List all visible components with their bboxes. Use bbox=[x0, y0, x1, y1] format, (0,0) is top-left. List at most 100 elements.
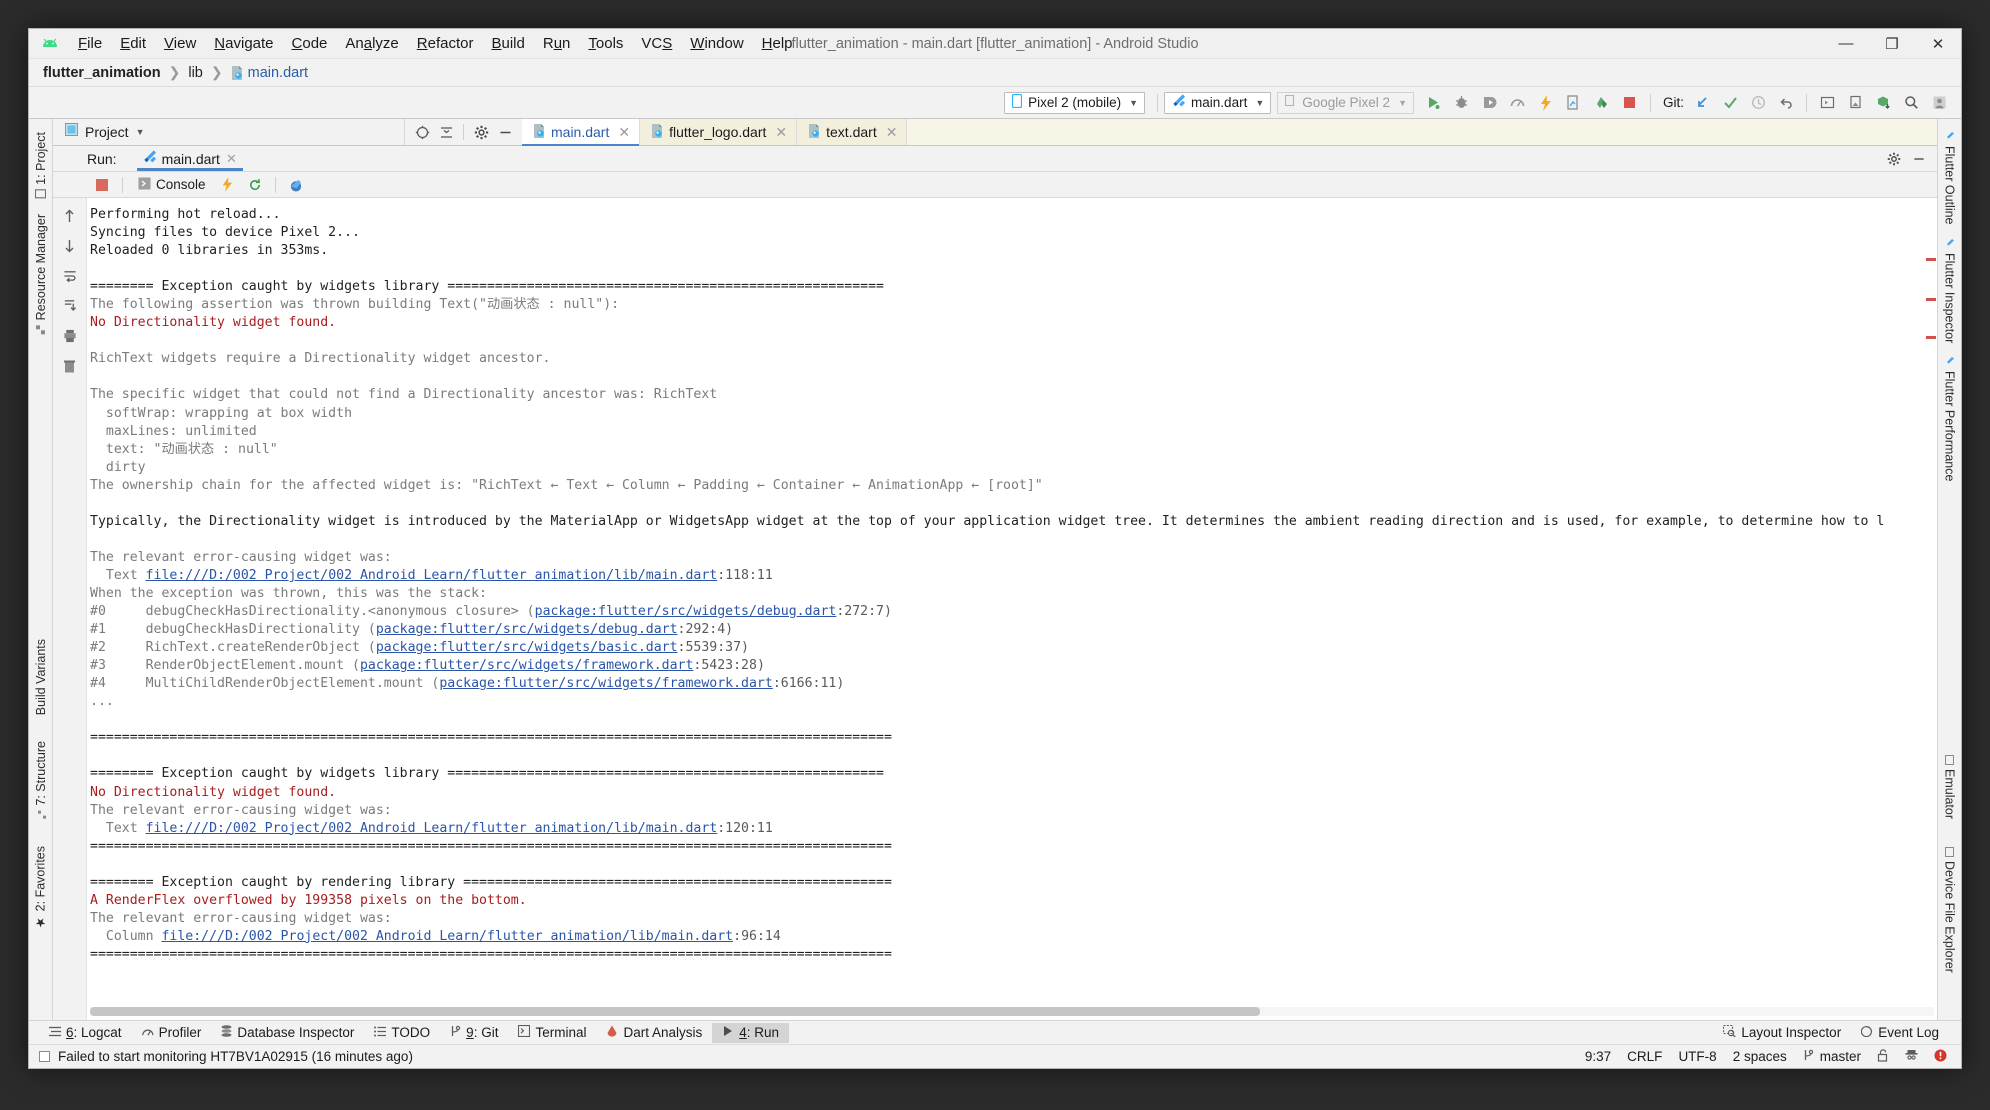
clear-all-icon[interactable] bbox=[59, 356, 81, 376]
scroll-up-icon[interactable] bbox=[59, 206, 81, 226]
target-device-combo[interactable]: Google Pixel 2 ▼ bbox=[1277, 92, 1414, 114]
status-tab-logcat[interactable]: 6: Logcat bbox=[39, 1023, 132, 1043]
project-panel-label[interactable]: Project bbox=[85, 124, 129, 140]
sidebar-item-emulator[interactable]: Emulator bbox=[1939, 748, 1961, 826]
hide-panel-icon[interactable] bbox=[1908, 148, 1930, 170]
line-separator[interactable]: CRLF bbox=[1627, 1049, 1662, 1064]
console-link[interactable]: package:flutter/src/widgets/framework.da… bbox=[439, 676, 772, 691]
chevron-down-icon[interactable]: ▼ bbox=[136, 127, 145, 137]
gear-icon[interactable] bbox=[470, 121, 492, 143]
scroll-down-icon[interactable] bbox=[59, 236, 81, 256]
editor-tab-flutter-logo-dart[interactable]: flutter_logo.dart ✕ bbox=[640, 119, 797, 145]
run-tab-main-dart[interactable]: main.dart ✕ bbox=[137, 146, 243, 171]
sidebar-item-structure[interactable]: 7: Structure bbox=[30, 734, 52, 827]
breadcrumb-file[interactable]: main.dart bbox=[231, 65, 308, 81]
stop-process-button[interactable] bbox=[91, 179, 113, 191]
hide-panel-icon[interactable] bbox=[494, 121, 516, 143]
status-tab-terminal[interactable]: Terminal bbox=[508, 1023, 596, 1043]
menu-tools[interactable]: Tools bbox=[579, 32, 632, 55]
git-branch[interactable]: master bbox=[1803, 1049, 1861, 1064]
console-horizontal-scrollbar[interactable] bbox=[90, 1007, 1934, 1016]
close-icon[interactable]: ✕ bbox=[886, 124, 898, 141]
scrollbar-thumb[interactable] bbox=[90, 1007, 1260, 1016]
git-update-project-button[interactable] bbox=[1689, 91, 1715, 115]
sidebar-item-resource-manager[interactable]: Resource Manager bbox=[30, 207, 52, 342]
status-tab-profiler[interactable]: Profiler bbox=[132, 1023, 212, 1043]
menu-view[interactable]: View bbox=[155, 32, 205, 55]
console-vertical-scrollbar[interactable] bbox=[1925, 198, 1937, 1020]
close-button[interactable]: ✕ bbox=[1915, 29, 1961, 58]
close-icon[interactable]: ✕ bbox=[618, 124, 630, 141]
device-selector-combo[interactable]: Pixel 2 (mobile) ▼ bbox=[1004, 92, 1145, 114]
status-tab-event-log[interactable]: Event Log bbox=[1851, 1023, 1949, 1043]
menu-edit[interactable]: Edit bbox=[111, 32, 155, 55]
run-config-combo[interactable]: main.dart ▼ bbox=[1164, 92, 1271, 114]
console-tab[interactable]: Console bbox=[132, 175, 212, 195]
menu-analyze[interactable]: Analyze bbox=[336, 32, 407, 55]
editor-tab-text-dart[interactable]: text.dart ✕ bbox=[797, 119, 907, 145]
menu-window[interactable]: Window bbox=[681, 32, 752, 55]
inspector-hat-icon[interactable] bbox=[1905, 1049, 1918, 1065]
git-commit-button[interactable] bbox=[1717, 91, 1743, 115]
editor-tab-main-dart[interactable]: main.dart ✕ bbox=[522, 119, 640, 145]
sidebar-item-flutter-inspector[interactable]: Flutter Inspector bbox=[1939, 232, 1961, 350]
status-tab-todo[interactable]: TODO bbox=[364, 1023, 440, 1043]
device-manager-button[interactable] bbox=[1842, 91, 1868, 115]
soft-wrap-icon[interactable] bbox=[59, 266, 81, 286]
status-tab-dart-analysis[interactable]: Dart Analysis bbox=[596, 1023, 712, 1043]
debug-button[interactable] bbox=[1449, 91, 1475, 115]
sidebar-item-build-variants[interactable]: Build Variants bbox=[30, 632, 52, 722]
error-badge-icon[interactable] bbox=[1934, 1049, 1947, 1065]
menu-vcs[interactable]: VCS bbox=[632, 32, 681, 55]
breadcrumb-project[interactable]: flutter_animation bbox=[43, 65, 161, 81]
sdk-manager-button[interactable] bbox=[1870, 91, 1896, 115]
status-tab-git[interactable]: 9: Git bbox=[440, 1023, 508, 1043]
stop-button[interactable] bbox=[1617, 91, 1643, 115]
collapse-all-icon[interactable] bbox=[435, 121, 457, 143]
console-link[interactable]: file:///D:/002 Project/002 Android Learn… bbox=[161, 929, 733, 944]
console-output[interactable]: Performing hot reload...Syncing files to… bbox=[87, 198, 1937, 1020]
select-opened-file-button[interactable] bbox=[1814, 91, 1840, 115]
sidebar-item-favorites[interactable]: ★ 2: Favorites bbox=[29, 839, 52, 937]
close-icon[interactable]: ✕ bbox=[226, 151, 237, 167]
console-link[interactable]: file:///D:/002 Project/002 Android Learn… bbox=[146, 821, 718, 836]
git-rollback-button[interactable] bbox=[1773, 91, 1799, 115]
search-everywhere-button[interactable] bbox=[1898, 91, 1924, 115]
sidebar-item-flutter-outline[interactable]: Flutter Outline bbox=[1939, 125, 1961, 232]
status-tab-database-inspector[interactable]: Database Inspector bbox=[211, 1023, 364, 1043]
run-button[interactable] bbox=[1421, 91, 1447, 115]
minimize-button[interactable]: — bbox=[1823, 29, 1869, 58]
console-link[interactable]: file:///D:/002 Project/002 Android Learn… bbox=[146, 568, 718, 583]
indent-setting[interactable]: 2 spaces bbox=[1733, 1049, 1787, 1064]
print-icon[interactable] bbox=[59, 326, 81, 346]
console-link[interactable]: package:flutter/src/widgets/framework.da… bbox=[360, 658, 693, 673]
caret-position[interactable]: 9:37 bbox=[1585, 1049, 1611, 1064]
console-link[interactable]: package:flutter/src/widgets/debug.dart bbox=[376, 622, 678, 637]
status-tab-run[interactable]: 4: Run bbox=[712, 1023, 789, 1043]
flutter-attach-button[interactable] bbox=[1589, 91, 1615, 115]
menu-navigate[interactable]: Navigate bbox=[205, 32, 282, 55]
menu-run[interactable]: Run bbox=[534, 32, 580, 55]
gear-icon[interactable] bbox=[1883, 148, 1905, 170]
device-screenshot-button[interactable] bbox=[1561, 91, 1587, 115]
status-tab-layout-inspector[interactable]: Layout Inspector bbox=[1713, 1023, 1851, 1043]
menu-refactor[interactable]: Refactor bbox=[408, 32, 483, 55]
close-icon[interactable]: ✕ bbox=[775, 124, 787, 141]
locate-file-icon[interactable] bbox=[411, 121, 433, 143]
console-link[interactable]: package:flutter/src/widgets/basic.dart bbox=[376, 640, 678, 655]
sidebar-item-flutter-performance[interactable]: Flutter Performance bbox=[1939, 350, 1961, 488]
hot-reload-button[interactable] bbox=[1533, 91, 1559, 115]
file-encoding[interactable]: UTF-8 bbox=[1678, 1049, 1716, 1064]
inspector-icon[interactable] bbox=[285, 174, 307, 196]
scroll-to-end-icon[interactable] bbox=[59, 296, 81, 316]
console-link[interactable]: package:flutter/src/widgets/debug.dart bbox=[535, 604, 837, 619]
maximize-button[interactable]: ❐ bbox=[1869, 29, 1915, 58]
menu-help[interactable]: Help bbox=[753, 32, 802, 55]
hot-restart-icon[interactable] bbox=[244, 174, 266, 196]
sidebar-item-device-file-explorer[interactable]: Device File Explorer bbox=[1939, 840, 1961, 980]
git-history-button[interactable] bbox=[1745, 91, 1771, 115]
profile-button[interactable] bbox=[1477, 91, 1503, 115]
account-button[interactable] bbox=[1926, 91, 1952, 115]
menu-file[interactable]: File bbox=[69, 32, 111, 55]
hot-reload-icon[interactable] bbox=[217, 174, 239, 196]
